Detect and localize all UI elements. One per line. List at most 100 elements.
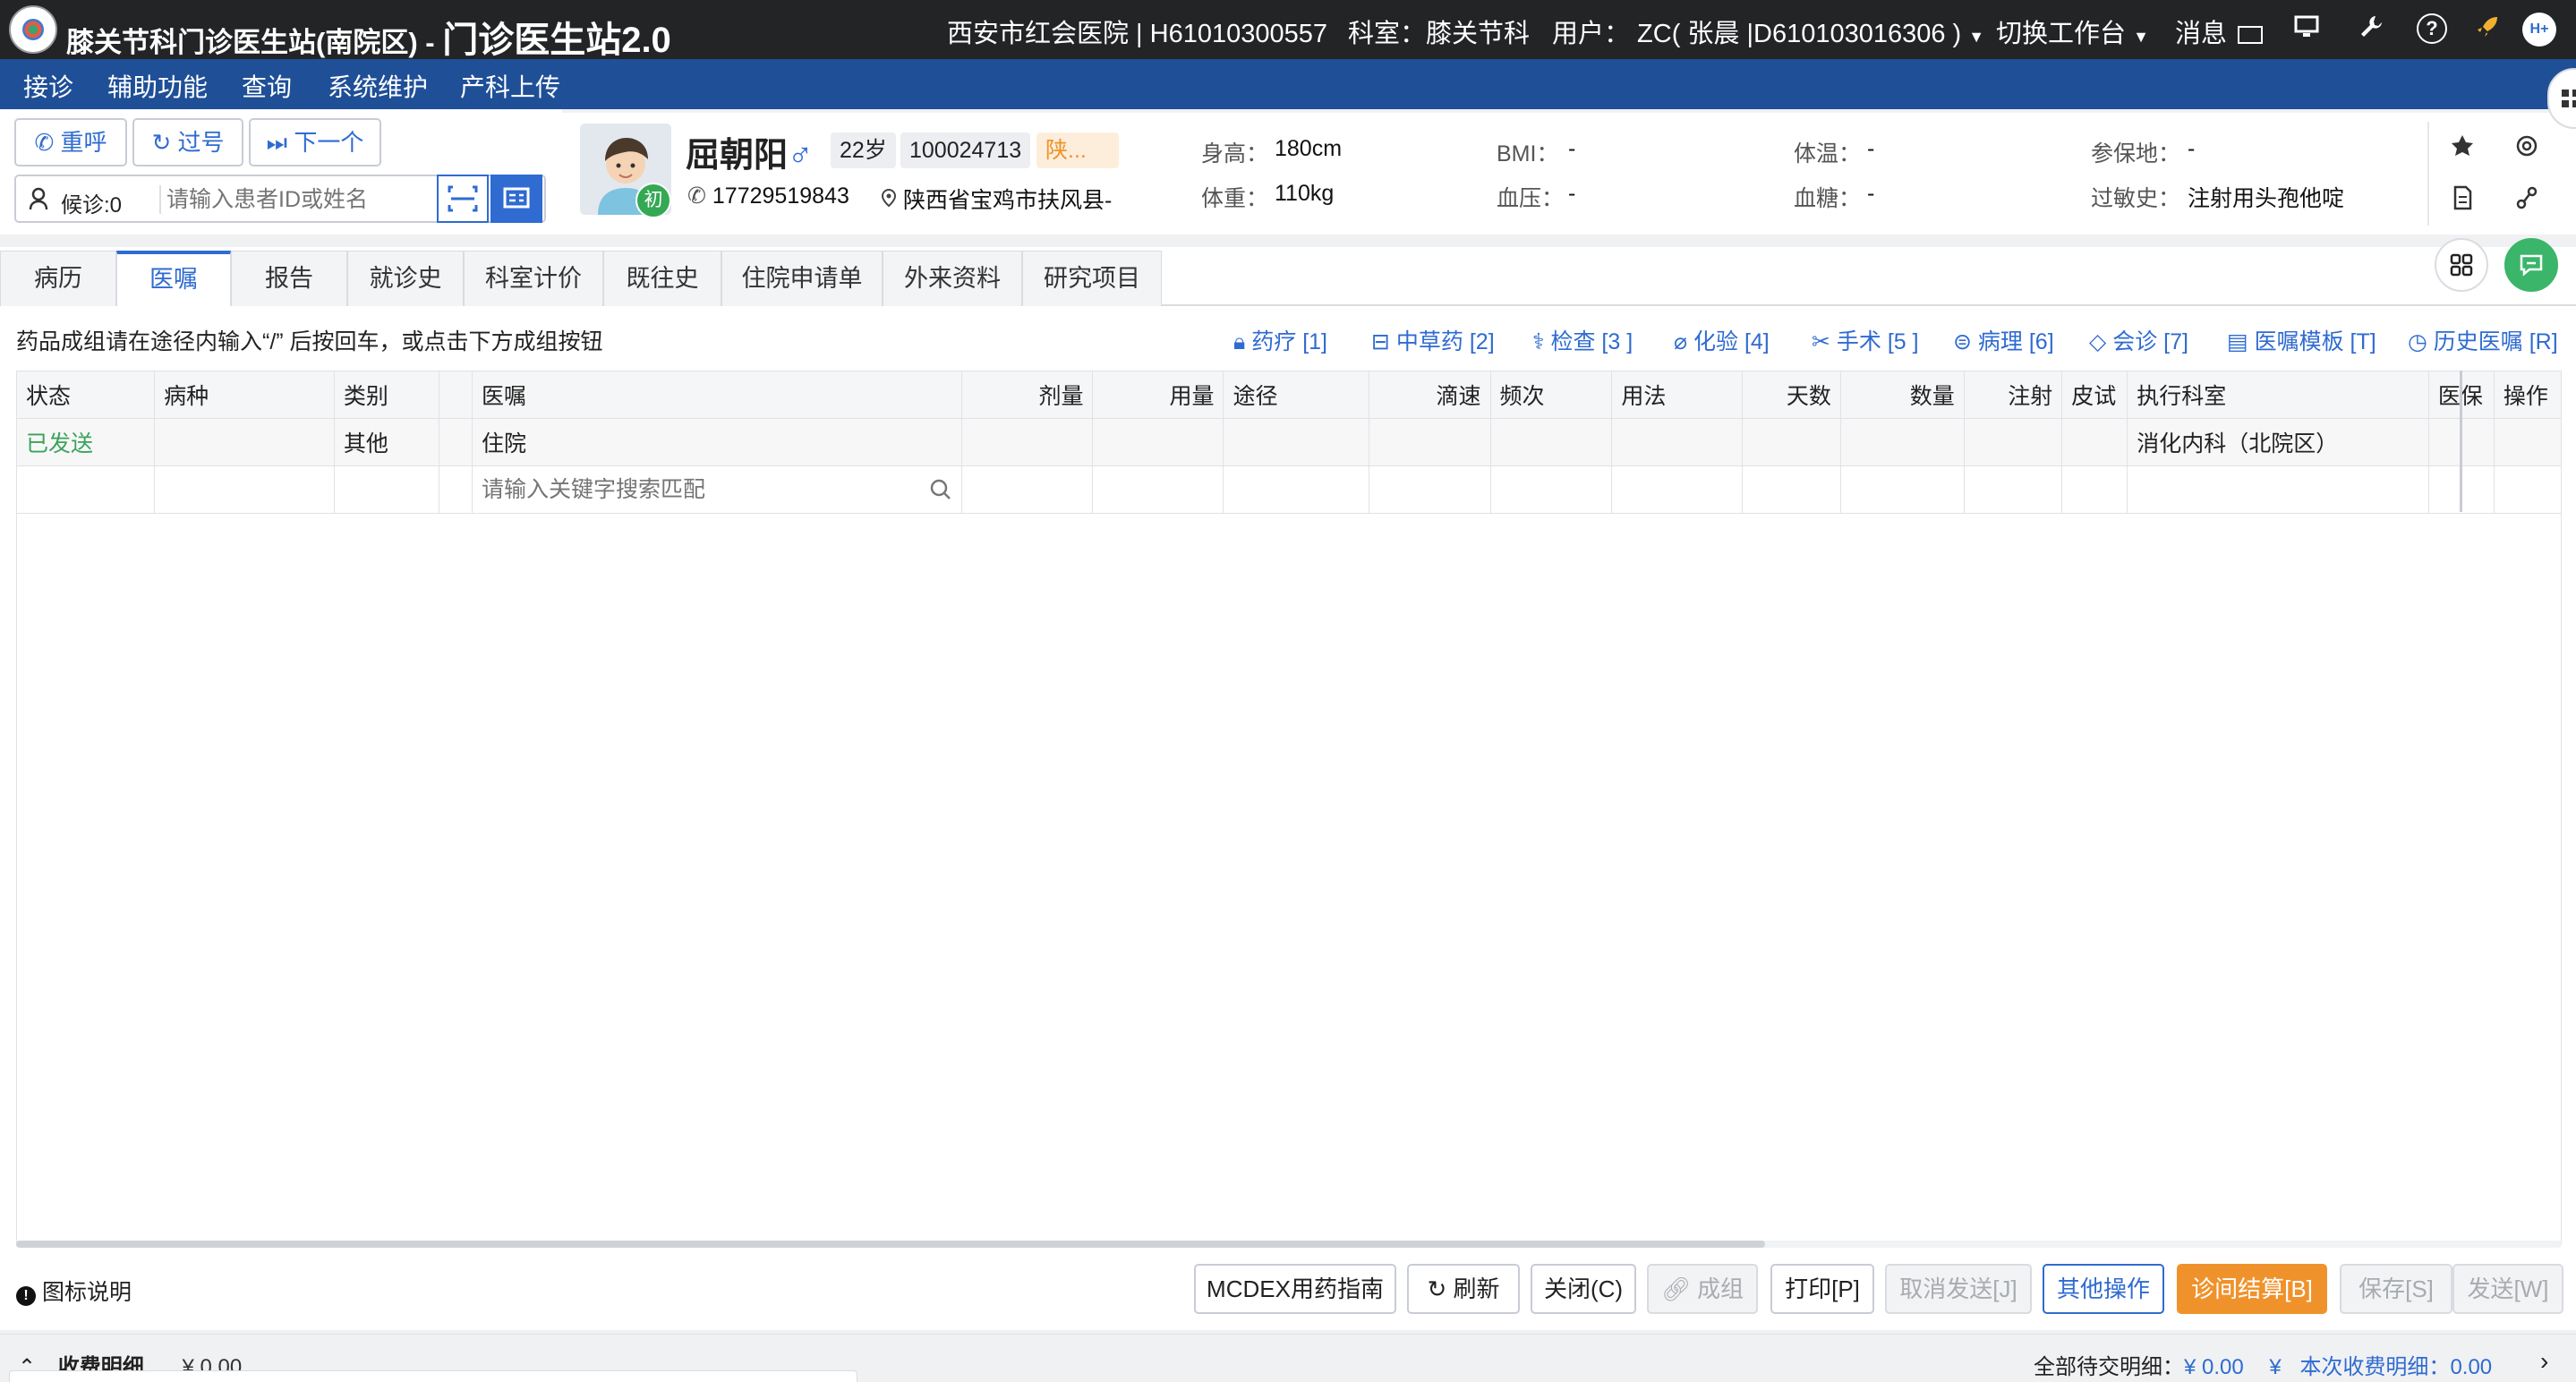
title-bar: 膝关节科门诊医生站(南院区) - 门诊医生站2.0 西安市红会医院 | H610… [0, 0, 2576, 60]
tab-past-history[interactable]: 既往史 [603, 251, 721, 306]
tab-admission-request[interactable]: 住院申请单 [721, 251, 883, 306]
quick-order-history[interactable]: ◷ 历史医嘱 [R] [2408, 324, 2558, 356]
id-card-button[interactable] [490, 175, 542, 223]
patient-panel [562, 113, 2576, 235]
cell [1839, 465, 1965, 514]
patient-search-input[interactable] [166, 182, 435, 218]
tab-reports[interactable]: 报告 [231, 251, 347, 306]
menu-system[interactable]: 系统维护 [328, 68, 428, 104]
patient-name-line: 屈朝阳♂ [686, 127, 814, 176]
scan-button[interactable] [437, 175, 489, 223]
col-drip-rate[interactable]: 滴速 [1368, 371, 1491, 419]
menu-obstetrics-upload[interactable]: 产科上传 [460, 68, 560, 104]
recall-button[interactable]: ✆ 重呼 [14, 118, 127, 166]
mail-icon [2238, 26, 2264, 44]
save-button[interactable]: 保存[S] [2340, 1264, 2452, 1314]
quick-pathology-label: 病理 [6] [1977, 329, 2054, 354]
quick-herbal[interactable]: ⊟ 中草药 [2] [1371, 324, 1495, 356]
cell [2061, 465, 2128, 514]
messages-button[interactable]: 消息 [2175, 13, 2264, 50]
chat-button[interactable] [2504, 238, 2558, 292]
col-exec-dept[interactable]: 执行科室 [2127, 371, 2429, 419]
col-amount[interactable]: 用量 [1092, 371, 1224, 419]
tab-dept-pricing[interactable]: 科室计价 [464, 251, 603, 306]
mcdex-guide-button[interactable]: MCDEX用药指南 [1194, 1264, 1396, 1314]
tab-external-docs[interactable]: 外来资料 [883, 251, 1022, 306]
send-button[interactable]: 发送[W] [2452, 1264, 2563, 1314]
quick-lab[interactable]: ⌀ 化验 [4] [1674, 324, 1770, 356]
menu-auxiliary[interactable]: 辅助功能 [107, 68, 208, 104]
stethoscope-icon: ⚕ [1532, 329, 1545, 354]
rocket-icon[interactable] [2472, 13, 2503, 44]
print-button[interactable]: 打印[P] [1770, 1264, 1874, 1314]
col-order[interactable]: 医嘱 [471, 371, 963, 419]
waiting-count: 候诊:0 [61, 193, 123, 218]
skip-button[interactable]: ↻ 过号 [132, 118, 243, 166]
next-button[interactable]: ⏭ 下一个 [249, 118, 381, 166]
col-quantity[interactable]: 数量 [1839, 371, 1965, 419]
col-frequency[interactable]: 频次 [1489, 371, 1613, 419]
chevron-right-icon[interactable]: › [2540, 1347, 2548, 1376]
cell [1963, 465, 2063, 514]
col-category[interactable]: 类别 [333, 371, 440, 419]
row-actions[interactable] [2493, 418, 2563, 466]
help-icon[interactable]: ? [2417, 13, 2447, 44]
col-injection[interactable]: 注射 [1963, 371, 2063, 419]
close-button[interactable]: 关闭(C) [1531, 1264, 1636, 1314]
quick-surgery[interactable]: ✂ 手术 [5 ] [1812, 324, 1919, 356]
icon-legend[interactable]: ! 图标说明 [16, 1275, 132, 1307]
quick-medication[interactable]: 🔒︎ 药疗 [1] [1233, 324, 1327, 356]
apps-button[interactable] [2435, 238, 2488, 292]
row-drip-rate [1368, 418, 1491, 466]
group-button[interactable]: 🔗︎ 成组 [1647, 1264, 1758, 1314]
refresh-button[interactable]: ↻ 刷新 [1407, 1264, 1520, 1314]
skip-label: 过号 [177, 129, 225, 156]
bmi-label: BMI： [1497, 141, 1559, 166]
order-search-input[interactable] [481, 476, 911, 503]
quick-consult[interactable]: ◇ 会诊 [7] [2089, 324, 2188, 356]
cancel-send-button[interactable]: 取消发送[J] [1885, 1264, 2032, 1314]
weight-label: 体重： [1201, 186, 1269, 211]
star-icon[interactable] [2449, 132, 2476, 166]
document-icon[interactable] [2449, 184, 2476, 218]
tab-orders[interactable]: 医嘱 [116, 251, 231, 308]
tab-visit-history[interactable]: 就诊史 [347, 251, 464, 306]
glucose-label: 血糖： [1794, 186, 1862, 211]
insured-label: 参保地： [2091, 141, 2181, 166]
row-route [1223, 418, 1369, 466]
row-group [439, 418, 473, 466]
lock-icon: 🔒︎ [1233, 329, 1246, 354]
col-dose[interactable]: 剂量 [961, 371, 1094, 419]
monitor-icon[interactable] [2291, 13, 2322, 44]
wrench-icon[interactable] [2356, 13, 2386, 44]
allergy-value: 注射用头孢他啶 [2188, 186, 2345, 211]
menu-reception[interactable]: 接诊 [23, 68, 73, 104]
order-search-cell[interactable] [471, 465, 963, 514]
col-usage[interactable]: 用法 [1611, 371, 1744, 419]
user-menu[interactable]: 用户： ZC( 张晨 |D610103016306 ) ▼ [1552, 13, 1984, 50]
table-row[interactable]: 已发送 其他 住院 消化内科（北院区） [15, 418, 2563, 466]
orders-table: 状态 病种 类别 医嘱 剂量 用量 途径 滴速 频次 用法 天数 数量 注射 皮… [15, 371, 2563, 514]
col-status[interactable]: 状态 [15, 371, 156, 419]
col-disease[interactable]: 病种 [154, 371, 335, 419]
col-skin-test[interactable]: 皮试 [2061, 371, 2128, 419]
switch-workbench-menu[interactable]: 切换工作台 ▼ [1996, 13, 2149, 50]
other-actions-button[interactable]: 其他操作 [2043, 1264, 2164, 1314]
settings-icon[interactable] [2513, 132, 2540, 166]
col-days[interactable]: 天数 [1742, 371, 1841, 419]
col-route[interactable]: 途径 [1223, 371, 1369, 419]
template-icon: ▤ [2227, 329, 2248, 354]
quick-pathology[interactable]: ⊜ 病理 [6] [1953, 324, 2054, 356]
settle-button[interactable]: 诊间结算[B] [2177, 1264, 2327, 1314]
horizontal-scrollbar[interactable] [16, 1241, 1765, 1248]
fee-summary: 全部待交明细：¥ 0.00 ¥ 本次收费明细：0.00 [2034, 1349, 2492, 1380]
menu-query[interactable]: 查询 [242, 68, 292, 104]
tab-research[interactable]: 研究项目 [1022, 251, 1162, 306]
col-actions[interactable]: 操作 [2493, 371, 2563, 419]
height-value: 180cm [1275, 136, 1343, 161]
share-icon[interactable] [2513, 184, 2540, 218]
user-avatar[interactable]: H+ [2522, 13, 2556, 47]
tab-medical-record[interactable]: 病历 [0, 251, 116, 306]
quick-order-template[interactable]: ▤ 医嘱模板 [T] [2227, 324, 2376, 356]
quick-exam[interactable]: ⚕ 检查 [3 ] [1532, 324, 1633, 356]
